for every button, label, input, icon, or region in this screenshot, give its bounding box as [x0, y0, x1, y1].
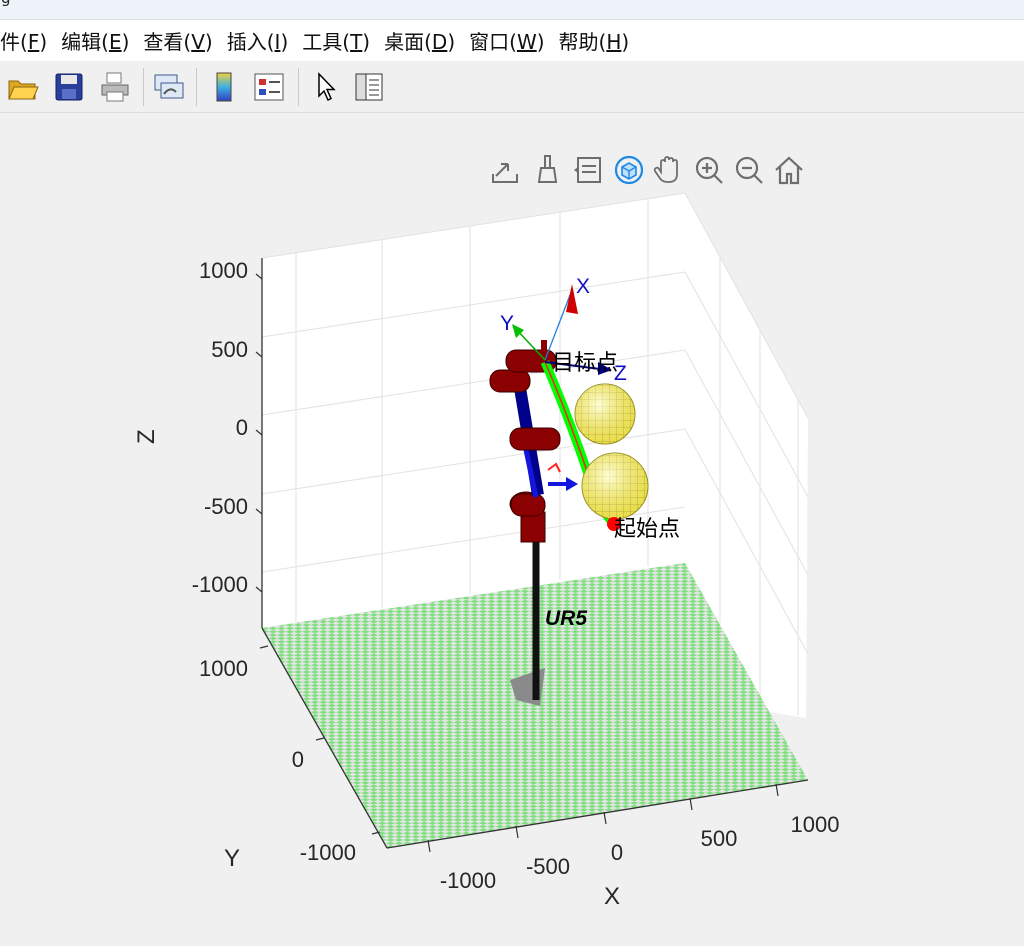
menu-desktop[interactable]: 桌面(D) [372, 26, 465, 55]
z-tick-label: 500 [211, 337, 248, 362]
frame-x-label: X [576, 275, 590, 298]
toolbar-separator [298, 68, 299, 106]
window-title: g [1, 0, 11, 6]
pointer-icon[interactable] [310, 70, 344, 104]
trajectory [540, 360, 618, 528]
property-inspector-icon[interactable] [352, 70, 386, 104]
robot-arm [489, 340, 561, 706]
frame-y-label: Y [500, 312, 514, 335]
robot-name-label: UR5 [545, 607, 587, 630]
x-tick-label: -1000 [440, 868, 496, 893]
target-frame [512, 284, 612, 375]
y-tick-label: 1000 [199, 656, 248, 681]
x-tick-label: -500 [526, 854, 570, 879]
x-tick-label: 0 [611, 840, 623, 865]
menu-bar: 件(F) 编辑(E) 查看(V) 插入(I) 工具(T) 桌面(D) 窗口(W)… [0, 20, 1024, 61]
toolbar-separator [196, 68, 197, 106]
z-tick-label: 1000 [199, 258, 248, 283]
y-tick-label: 0 [292, 747, 304, 772]
zoom-out-icon[interactable] [732, 152, 766, 188]
y-axis-label: Y [224, 845, 240, 872]
pan-icon[interactable] [652, 152, 686, 188]
legend-icon[interactable] [252, 70, 286, 104]
menu-insert[interactable]: 插入(I) [215, 26, 299, 55]
frame-z-label: Z [614, 362, 627, 385]
figure-toolbar [0, 62, 1024, 113]
window-title-bar: g [0, 0, 1024, 20]
export-icon[interactable] [488, 152, 522, 188]
menu-view[interactable]: 查看(V) [131, 26, 222, 55]
z-tick-label: -1000 [192, 572, 248, 597]
x-tick-label: 1000 [791, 812, 840, 837]
axes-box [255, 192, 809, 718]
plot-canvas: 1000 500 0 -500 -1000 Z 1000 0 -1000 Y -… [133, 192, 840, 910]
menu-tools[interactable]: 工具(T) [290, 26, 380, 55]
x-axis-label: X [604, 883, 620, 910]
zoom-in-icon[interactable] [692, 152, 726, 188]
z-tick-label: -500 [204, 494, 248, 519]
link-plot-icon[interactable] [152, 70, 186, 104]
print-icon[interactable] [98, 70, 132, 104]
open-file-icon[interactable] [6, 70, 40, 104]
target-point-label: 目标点 [552, 350, 618, 375]
floor-checkerboard [259, 563, 809, 853]
x-tick-label: 500 [701, 826, 738, 851]
obstacle-spheres [574, 383, 649, 520]
data-tips-icon[interactable] [572, 152, 606, 188]
menu-help[interactable]: 帮助(H) [547, 26, 640, 55]
start-point-label: 起始点 [614, 516, 680, 541]
brush-icon[interactable] [530, 152, 564, 188]
z-tick-label: 0 [236, 415, 248, 440]
z-axis-label: Z [133, 429, 160, 444]
toolbar-separator [143, 68, 144, 106]
menu-window[interactable]: 窗口(W) [457, 26, 554, 55]
colorbar-icon[interactable] [207, 70, 241, 104]
save-icon[interactable] [52, 70, 86, 104]
home-icon[interactable] [772, 152, 806, 188]
menu-edit[interactable]: 编辑(E) [49, 26, 139, 55]
start-frame [547, 462, 578, 491]
rotate-3d-icon[interactable] [612, 152, 646, 188]
y-tick-label: -1000 [300, 840, 356, 865]
axes-toolbar [488, 152, 808, 190]
start-point-marker [607, 517, 621, 531]
